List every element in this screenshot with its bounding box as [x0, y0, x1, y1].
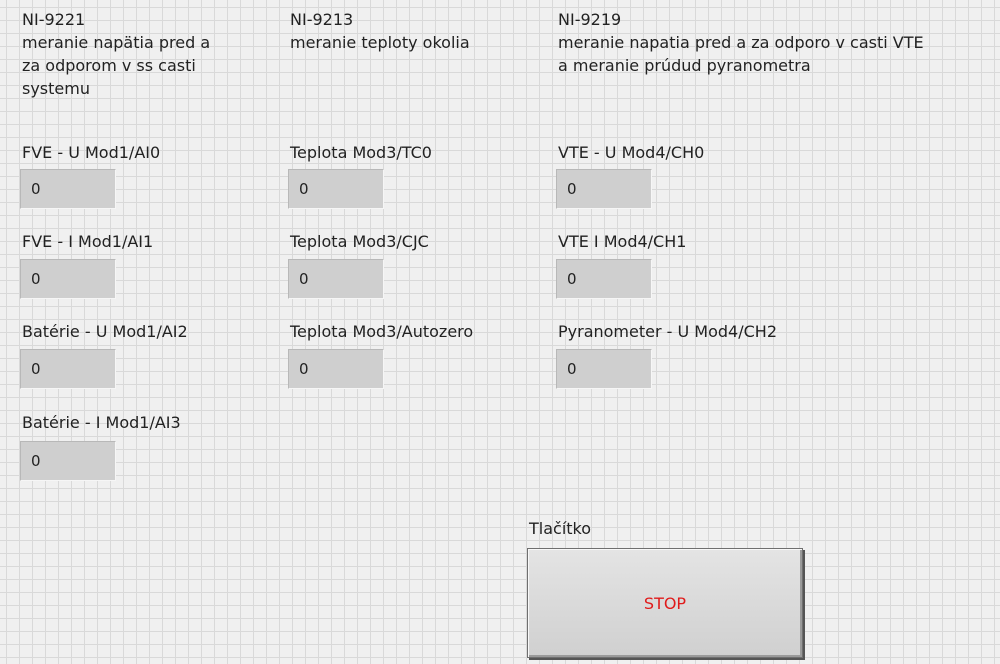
stop-button[interactable]: STOP	[527, 548, 803, 658]
pyranometer-u-indicator[interactable]: 0	[556, 349, 652, 389]
temp-tc0-label: Teplota Mod3/TC0	[290, 143, 432, 162]
temp-autozero-indicator[interactable]: 0	[288, 349, 384, 389]
bat-u-indicator[interactable]: 0	[20, 349, 116, 389]
vte-u-indicator[interactable]: 0	[556, 169, 652, 209]
bat-i-indicator[interactable]: 0	[20, 441, 116, 481]
module-ni9219-heading: NI-9219 meranie napatia pred a za odporo…	[558, 10, 924, 75]
temp-tc0-indicator[interactable]: 0	[288, 169, 384, 209]
fve-u-label: FVE - U Mod1/AI0	[22, 143, 161, 162]
temp-autozero-label: Teplota Mod3/Autozero	[290, 322, 474, 341]
fve-u-indicator[interactable]: 0	[20, 169, 116, 209]
vte-i-indicator[interactable]: 0	[556, 259, 652, 299]
bat-i-label: Batérie - I Mod1/AI3	[22, 413, 181, 432]
bat-u-label: Batérie - U Mod1/AI2	[22, 322, 188, 341]
fve-i-label: FVE - I Mod1/AI1	[22, 232, 154, 251]
module-ni9221-heading: NI-9221 meranie napätia pred a za odporo…	[22, 10, 211, 98]
module-ni9213-heading: NI-9213 meranie teploty okolia	[290, 10, 470, 52]
vte-u-label: VTE - U Mod4/CH0	[558, 143, 705, 162]
temp-cjc-indicator[interactable]: 0	[288, 259, 384, 299]
stop-button-label: Tlačítko	[529, 519, 592, 538]
vte-i-label: VTE I Mod4/CH1	[558, 232, 687, 251]
fve-i-indicator[interactable]: 0	[20, 259, 116, 299]
pyranometer-u-label: Pyranometer - U Mod4/CH2	[558, 322, 777, 341]
temp-cjc-label: Teplota Mod3/CJC	[290, 232, 429, 251]
stop-button-text: STOP	[643, 593, 687, 613]
